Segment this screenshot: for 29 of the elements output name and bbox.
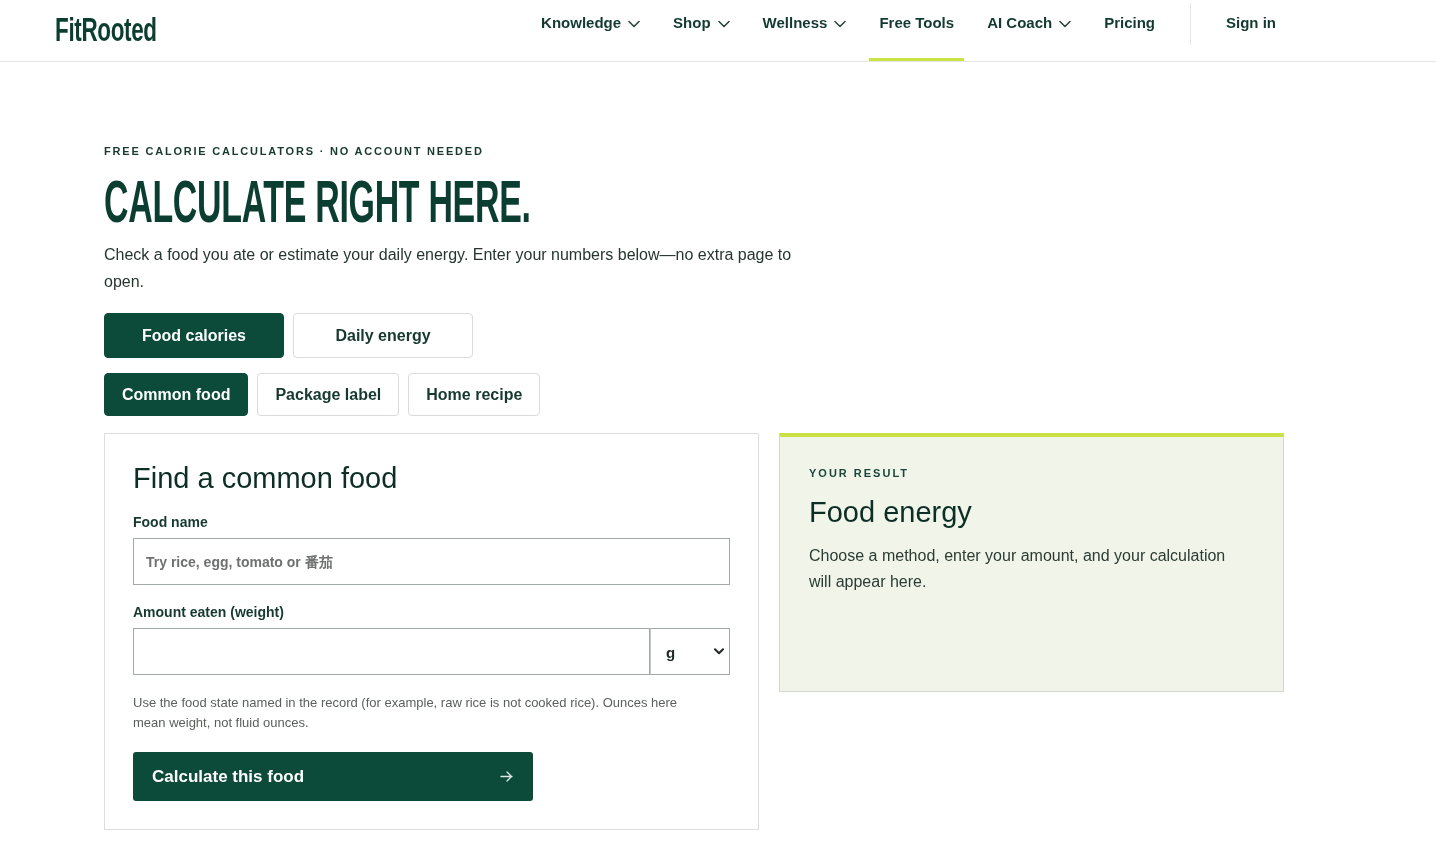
result-title: Food energy bbox=[809, 495, 973, 529]
nav-link[interactable]: AI Coach bbox=[977, 0, 1082, 61]
hint-text: Use the food state named in the record (for example, raw rice is not cooked rice). Ounces here mean weight, not fluid ounces. bbox=[133, 694, 679, 732]
tab[interactable]: Daily energy bbox=[293, 313, 473, 358]
tab[interactable]: Food calories bbox=[104, 313, 284, 358]
field-label: Amount eaten (weight) bbox=[133, 603, 285, 621]
card-title: Find a common food bbox=[133, 461, 399, 495]
tab[interactable]: Home recipe bbox=[408, 373, 541, 416]
nav-link[interactable]: Wellness bbox=[752, 0, 857, 61]
nav-link[interactable]: Pricing bbox=[1094, 0, 1165, 61]
chevron-down-icon bbox=[714, 647, 724, 655]
tab[interactable]: Package label bbox=[257, 373, 400, 416]
page-heading: CALCULATE RIGHT HERE. bbox=[104, 172, 531, 232]
field-label: Food name bbox=[133, 513, 209, 531]
unit-select[interactable]: g bbox=[650, 628, 730, 675]
tab[interactable]: Common food bbox=[104, 373, 249, 416]
calculate-button[interactable]: Calculate this food bbox=[133, 752, 533, 801]
eyebrow-text: FREE CALORIE CALCULATORS · NO ACCOUNT NEEDED bbox=[104, 144, 485, 158]
food-name-input[interactable]: Try rice, egg, tomato or 番茄 bbox=[133, 538, 730, 585]
logo[interactable]: FitRooted bbox=[55, 10, 157, 49]
nav-link[interactable]: Knowledge bbox=[531, 0, 651, 61]
nav-link[interactable]: Shop bbox=[663, 0, 740, 61]
intro-text: Check a food you ate or estimate your daily energy. Enter your numbers below—no extra page to open. bbox=[104, 245, 793, 292]
result-eyebrow: YOUR RESULT bbox=[809, 466, 911, 480]
sign-in-link[interactable]: Sign in bbox=[1216, 0, 1286, 61]
amount-input[interactable] bbox=[133, 628, 650, 675]
result-message: Choose a method, enter your amount, and your calculation will appear here. bbox=[809, 546, 1227, 592]
arrow-right-icon bbox=[500, 771, 513, 782]
nav-link[interactable]: Free Tools bbox=[869, 0, 965, 61]
